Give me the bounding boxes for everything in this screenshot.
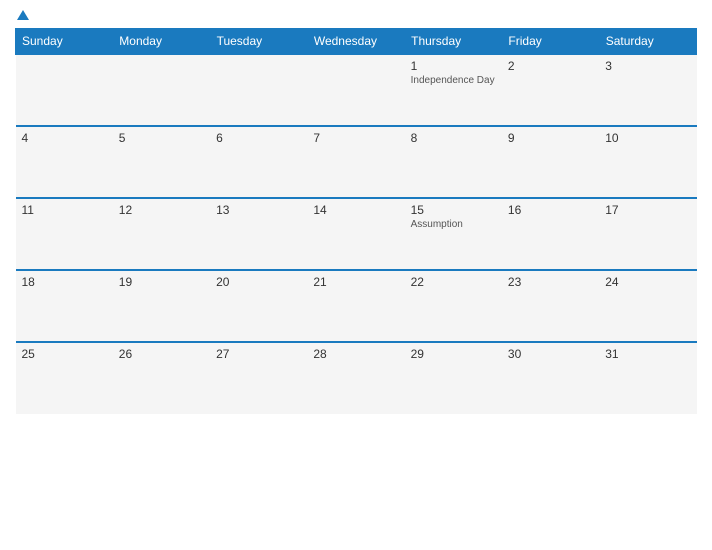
calendar-cell: 11 — [16, 198, 113, 270]
calendar-cell: 17 — [599, 198, 696, 270]
day-number: 3 — [605, 59, 690, 73]
calendar-cell: 25 — [16, 342, 113, 414]
day-number: 26 — [119, 347, 204, 361]
weekday-header-row: SundayMondayTuesdayWednesdayThursdayFrid… — [16, 29, 697, 55]
calendar-cell: 14 — [307, 198, 404, 270]
calendar-cell — [16, 54, 113, 126]
weekday-header-wednesday: Wednesday — [307, 29, 404, 55]
week-row-3: 11 12 13 14 15 Assumption 16 17 — [16, 198, 697, 270]
weekday-header-tuesday: Tuesday — [210, 29, 307, 55]
day-number: 17 — [605, 203, 690, 217]
calendar-cell — [113, 54, 210, 126]
calendar-cell: 26 — [113, 342, 210, 414]
calendar-cell — [307, 54, 404, 126]
calendar-cell: 30 — [502, 342, 599, 414]
calendar-cell: 29 — [405, 342, 502, 414]
day-number: 14 — [313, 203, 398, 217]
calendar-cell: 28 — [307, 342, 404, 414]
calendar-cell: 18 — [16, 270, 113, 342]
holiday-name: Assumption — [411, 219, 496, 230]
day-number: 10 — [605, 131, 690, 145]
day-number: 15 — [411, 203, 496, 217]
calendar-cell: 5 — [113, 126, 210, 198]
week-row-2: 456789 10 — [16, 126, 697, 198]
calendar-cell: 24 — [599, 270, 696, 342]
logo — [15, 10, 29, 20]
header — [15, 10, 697, 20]
day-number: 11 — [22, 203, 107, 217]
calendar-cell: 22 — [405, 270, 502, 342]
day-number: 30 — [508, 347, 593, 361]
calendar-cell: 6 — [210, 126, 307, 198]
calendar-cell: 23 — [502, 270, 599, 342]
day-number: 9 — [508, 131, 593, 145]
day-number: 4 — [22, 131, 107, 145]
day-number: 5 — [119, 131, 204, 145]
calendar-cell: 27 — [210, 342, 307, 414]
calendar-cell: 2 — [502, 54, 599, 126]
calendar-cell: 9 — [502, 126, 599, 198]
day-number: 25 — [22, 347, 107, 361]
day-number: 6 — [216, 131, 301, 145]
calendar-cell: 15 Assumption — [405, 198, 502, 270]
week-row-5: 25 26 27 28 29 30 31 — [16, 342, 697, 414]
calendar-cell: 12 — [113, 198, 210, 270]
day-number: 16 — [508, 203, 593, 217]
day-number: 21 — [313, 275, 398, 289]
calendar-cell: 20 — [210, 270, 307, 342]
calendar-cell: 21 — [307, 270, 404, 342]
holiday-name: Independence Day — [411, 75, 496, 86]
day-number: 27 — [216, 347, 301, 361]
day-number: 19 — [119, 275, 204, 289]
day-number: 31 — [605, 347, 690, 361]
weekday-header-monday: Monday — [113, 29, 210, 55]
week-row-1: 1 Independence Day 23 — [16, 54, 697, 126]
day-number: 23 — [508, 275, 593, 289]
day-number: 18 — [22, 275, 107, 289]
day-number: 24 — [605, 275, 690, 289]
day-number: 22 — [411, 275, 496, 289]
calendar-cell: 8 — [405, 126, 502, 198]
calendar-cell: 10 — [599, 126, 696, 198]
day-number: 13 — [216, 203, 301, 217]
week-row-4: 18 19 20 21 22 23 24 — [16, 270, 697, 342]
calendar-cell — [210, 54, 307, 126]
calendar-container: SundayMondayTuesdayWednesdayThursdayFrid… — [0, 0, 712, 550]
day-number: 2 — [508, 59, 593, 73]
day-number: 12 — [119, 203, 204, 217]
day-number: 29 — [411, 347, 496, 361]
calendar-cell: 3 — [599, 54, 696, 126]
calendar-cell: 4 — [16, 126, 113, 198]
calendar-grid: SundayMondayTuesdayWednesdayThursdayFrid… — [15, 28, 697, 414]
calendar-cell: 1 Independence Day — [405, 54, 502, 126]
calendar-cell: 13 — [210, 198, 307, 270]
day-number: 8 — [411, 131, 496, 145]
day-number: 20 — [216, 275, 301, 289]
weekday-header-saturday: Saturday — [599, 29, 696, 55]
calendar-cell: 19 — [113, 270, 210, 342]
day-number: 7 — [313, 131, 398, 145]
day-number: 1 — [411, 59, 496, 73]
day-number: 28 — [313, 347, 398, 361]
weekday-header-thursday: Thursday — [405, 29, 502, 55]
logo-triangle-icon — [17, 10, 29, 20]
weekday-header-friday: Friday — [502, 29, 599, 55]
calendar-cell: 7 — [307, 126, 404, 198]
calendar-cell: 31 — [599, 342, 696, 414]
weekday-header-sunday: Sunday — [16, 29, 113, 55]
calendar-cell: 16 — [502, 198, 599, 270]
